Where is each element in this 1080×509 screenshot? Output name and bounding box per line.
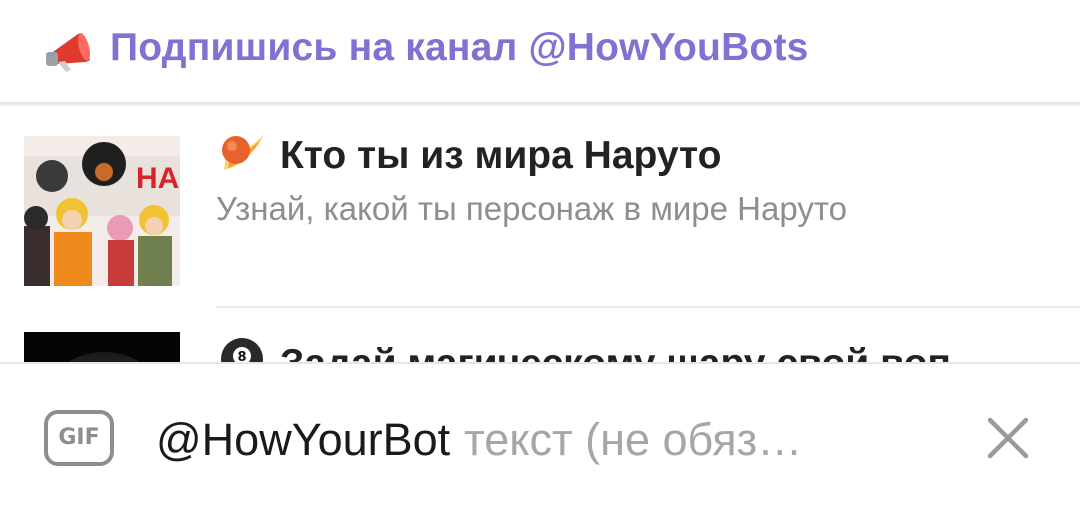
result-title: Кто ты из мира Наруто (216, 128, 721, 178)
gif-button[interactable]: GIF (44, 410, 114, 466)
result-thumbnail (24, 332, 180, 362)
svg-text:HA: HA (136, 162, 179, 195)
result-title: 8 Задай магическому шару свой воп (216, 336, 951, 362)
eight-ball-icon: 8 (221, 338, 263, 362)
svg-text:8: 8 (237, 350, 246, 362)
result-item[interactable]: HA Кто ты из мира Наруто Узнай, какой ты… (0, 106, 1080, 331)
result-title-text: Кто ты из мира Наруто (280, 134, 722, 177)
result-description: Узнай, какой ты персонаж в мире Наруто (216, 190, 847, 227)
channel-banner[interactable]: Подпишись на канал @HowYouBots (0, 0, 1080, 102)
message-input-bar: GIF @HowYourBot текст (не обяз… (0, 362, 1080, 509)
megaphone-icon (46, 33, 91, 72)
result-thumbnail: HA (24, 136, 180, 286)
message-input[interactable]: @HowYourBot текст (не обяз… (156, 410, 926, 470)
input-placeholder: текст (не обяз… (464, 414, 803, 465)
inline-bot-screen: Подпишись на канал @HowYouBots HA Кто ты… (0, 0, 1080, 509)
input-value: @HowYourBot (156, 414, 451, 465)
close-icon[interactable] (984, 414, 1032, 462)
fireball-icon (222, 134, 264, 170)
banner-divider (0, 102, 1080, 106)
inline-results-list[interactable]: HA Кто ты из мира Наруто Узнай, какой ты… (0, 106, 1080, 362)
result-item[interactable]: 8 Задай магическому шару свой воп (0, 308, 1080, 362)
result-title-text: Задай магическому шару свой воп (280, 342, 951, 362)
channel-banner-text[interactable]: Подпишись на канал @HowYouBots (110, 26, 809, 70)
